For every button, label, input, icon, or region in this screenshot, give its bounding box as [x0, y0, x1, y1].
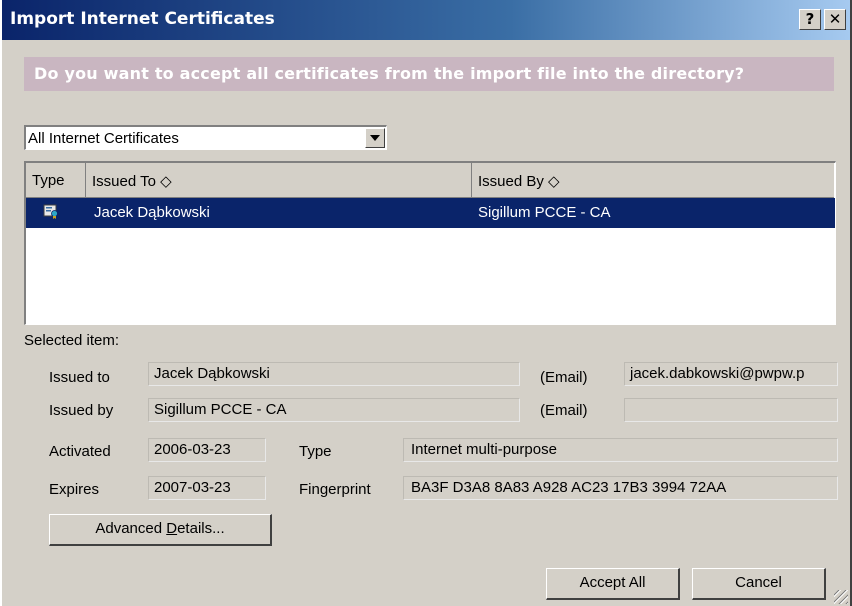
certificate-icon — [43, 204, 58, 219]
advanced-details-button[interactable]: Advanced Details... — [49, 514, 272, 546]
column-header-type-label: Type — [32, 172, 65, 189]
issued-to-field: Jacek Dąbkowski — [148, 362, 520, 386]
fingerprint-field: BA3F D3A8 8A83 A928 AC23 17B3 3994 72AA — [403, 476, 838, 500]
column-header-type[interactable]: Type — [26, 163, 86, 198]
activated-field: 2006-03-23 — [148, 438, 266, 462]
expires-field: 2007-03-23 — [148, 476, 266, 500]
advanced-details-label-suffix: etails... — [177, 520, 225, 537]
issued-by-field: Sigillum PCCE - CA — [148, 398, 520, 422]
cancel-button[interactable]: Cancel — [692, 568, 826, 600]
row-issued-by: Sigillum PCCE - CA — [478, 204, 611, 221]
import-certificates-dialog: Import Internet Certificates ? ✕ Do you … — [0, 0, 852, 606]
issued-by-label: Issued by — [49, 402, 114, 419]
column-header-issued-by-label: Issued By ◇ — [478, 173, 560, 190]
table-row[interactable]: Jacek Dąbkowski Sigillum PCCE - CA — [26, 198, 835, 228]
email-label-2: (Email) — [540, 402, 588, 419]
resize-grip-icon[interactable] — [834, 590, 848, 604]
title-bar[interactable]: Import Internet Certificates ? ✕ — [2, 0, 850, 40]
type-field: Internet multi-purpose — [403, 438, 838, 462]
activated-label: Activated — [49, 443, 111, 460]
column-header-issued-to[interactable]: Issued To ◇ — [86, 163, 472, 198]
close-button[interactable]: ✕ — [824, 9, 846, 30]
row-issued-to: Jacek Dąbkowski — [94, 204, 210, 221]
email-field-1: jacek.dabkowski@pwpw.p — [624, 362, 838, 386]
help-button[interactable]: ? — [799, 9, 821, 30]
email-label-1: (Email) — [540, 369, 588, 386]
advanced-details-accelerator: D — [166, 520, 178, 537]
column-header-issued-to-label: Issued To ◇ — [92, 173, 172, 190]
fingerprint-label: Fingerprint — [299, 481, 371, 498]
type-label: Type — [299, 443, 332, 460]
expires-label: Expires — [49, 481, 100, 498]
issued-to-label: Issued to — [49, 369, 110, 386]
certificate-list[interactable]: Type Issued To ◇ Issued By ◇ Jacek Dąbko… — [24, 161, 836, 325]
column-header-issued-by[interactable]: Issued By ◇ — [472, 163, 834, 198]
accept-all-button[interactable]: Accept All — [546, 568, 680, 600]
certificate-filter-dropdown[interactable]: All Internet Certificates — [24, 125, 387, 150]
chevron-down-icon[interactable] — [365, 128, 385, 148]
email-field-2 — [624, 398, 838, 422]
banner-text: Do you want to accept all certificates f… — [34, 64, 745, 83]
question-banner: Do you want to accept all certificates f… — [24, 57, 834, 91]
filter-selected-value: All Internet Certificates — [28, 130, 179, 147]
window-title: Import Internet Certificates — [10, 9, 275, 29]
selected-item-heading: Selected item: — [24, 332, 120, 349]
list-header: Type Issued To ◇ Issued By ◇ — [26, 163, 835, 198]
advanced-details-label-prefix: Advanced — [95, 520, 167, 537]
